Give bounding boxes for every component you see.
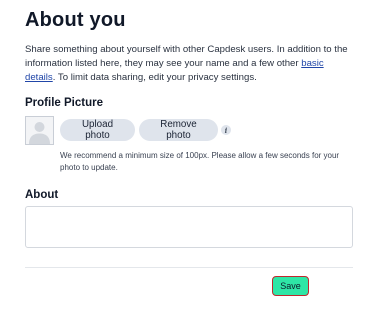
intro-text: Share something about yourself with othe… [25, 43, 355, 85]
divider [25, 267, 353, 268]
avatar-placeholder-icon [29, 122, 50, 144]
avatar [25, 116, 54, 145]
intro-text-part-2: . To limit data sharing, edit your priva… [52, 72, 257, 83]
intro-text-part-1: Share something about yourself with othe… [25, 44, 348, 69]
page-title: About you [25, 9, 126, 31]
profile-picture-heading: Profile Picture [25, 97, 103, 109]
about-textarea[interactable] [25, 206, 353, 248]
upload-photo-button[interactable]: Upload photo [60, 119, 135, 141]
info-icon[interactable]: i [221, 125, 231, 135]
photo-size-hint: We recommend a minimum size of 100px. Pl… [60, 151, 340, 172]
remove-photo-button[interactable]: Remove photo [139, 119, 218, 141]
save-button[interactable]: Save [272, 276, 309, 296]
about-heading: About [25, 189, 59, 201]
